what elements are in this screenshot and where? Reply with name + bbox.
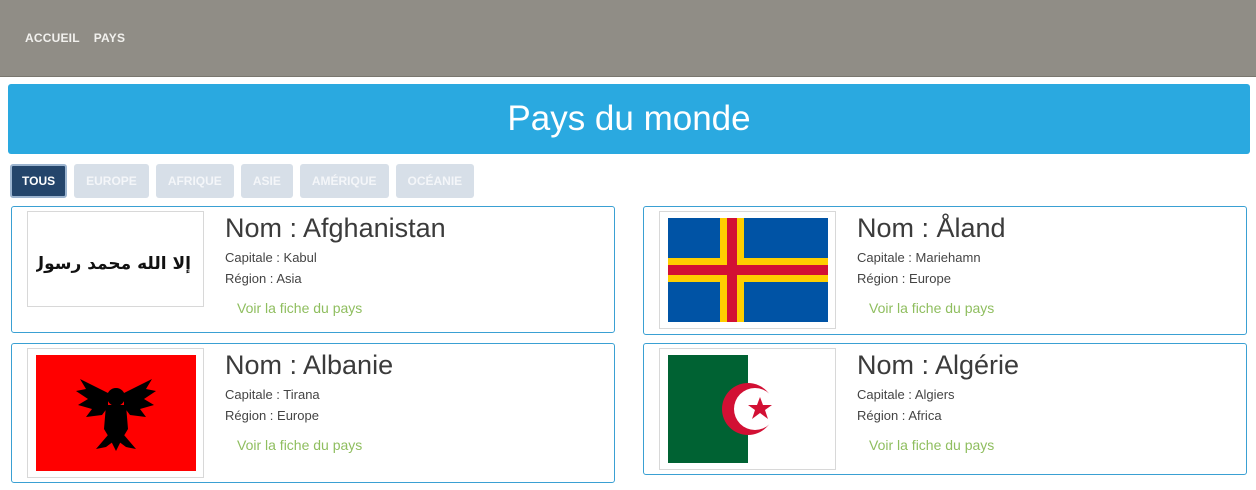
algeria-flag-image bbox=[667, 355, 828, 463]
filter-asie-button[interactable]: ASIE bbox=[240, 164, 293, 198]
country-name: Nom : Åland bbox=[857, 213, 1006, 243]
country-card-aland: Nom : Åland Capitale : Mariehamn Région … bbox=[643, 206, 1247, 335]
filter-tous-button[interactable]: TOUS bbox=[10, 164, 68, 198]
afghanistan-flag: لا إله إلا الله محمد رسول الله bbox=[27, 211, 204, 307]
country-card-afghanistan: لا إله إلا الله محمد رسول الله Nom : Afg… bbox=[11, 206, 615, 333]
country-card-algerie: Nom : Algérie Capitale : Algiers Région … bbox=[643, 343, 1247, 475]
country-region: Région : Europe bbox=[225, 408, 319, 423]
country-region: Région : Asia bbox=[225, 271, 302, 286]
region-filter-bar: TOUS EUROPE AFRIQUE ASIE AMÉRIQUE OCÉANI… bbox=[10, 164, 475, 198]
page-title-banner: Pays du monde bbox=[8, 84, 1250, 154]
view-country-link[interactable]: Voir la fiche du pays bbox=[237, 300, 446, 316]
top-navbar: ACCUEIL PAYS bbox=[0, 0, 1256, 77]
nav-link-pays[interactable]: PAYS bbox=[94, 31, 126, 45]
aland-flag bbox=[659, 211, 836, 329]
country-region: Région : Europe bbox=[857, 271, 951, 286]
afghanistan-flag-shahada: لا إله إلا الله محمد رسول الله bbox=[36, 254, 196, 274]
country-capital: Capitale : Tirana bbox=[225, 387, 320, 402]
aland-flag-image bbox=[667, 218, 828, 322]
view-country-link[interactable]: Voir la fiche du pays bbox=[237, 437, 393, 453]
nav-link-accueil[interactable]: ACCUEIL bbox=[25, 31, 80, 45]
view-country-link[interactable]: Voir la fiche du pays bbox=[869, 300, 1006, 316]
country-card-albanie: Nom : Albanie Capitale : Tirana Région :… bbox=[11, 343, 615, 483]
main-nav: ACCUEIL PAYS bbox=[25, 31, 125, 45]
filter-amerique-button[interactable]: AMÉRIQUE bbox=[299, 164, 389, 198]
filter-afrique-button[interactable]: AFRIQUE bbox=[155, 164, 234, 198]
algeria-flag bbox=[659, 348, 836, 470]
country-capital: Capitale : Mariehamn bbox=[857, 250, 981, 265]
filter-europe-button[interactable]: EUROPE bbox=[74, 164, 149, 198]
country-name: Nom : Albanie bbox=[225, 350, 394, 380]
country-capital: Capitale : Algiers bbox=[857, 387, 955, 402]
albania-flag-image bbox=[35, 355, 196, 471]
country-name: Nom : Afghanistan bbox=[225, 213, 446, 243]
country-capital: Capitale : Kabul bbox=[225, 250, 317, 265]
afghanistan-flag-image: لا إله إلا الله محمد رسول الله bbox=[35, 219, 196, 299]
country-region: Région : Africa bbox=[857, 408, 942, 423]
albania-flag bbox=[27, 348, 204, 478]
filter-oceanie-button[interactable]: OCÉANIE bbox=[395, 164, 475, 198]
country-name: Nom : Algérie bbox=[857, 350, 1020, 380]
view-country-link[interactable]: Voir la fiche du pays bbox=[869, 437, 1019, 453]
